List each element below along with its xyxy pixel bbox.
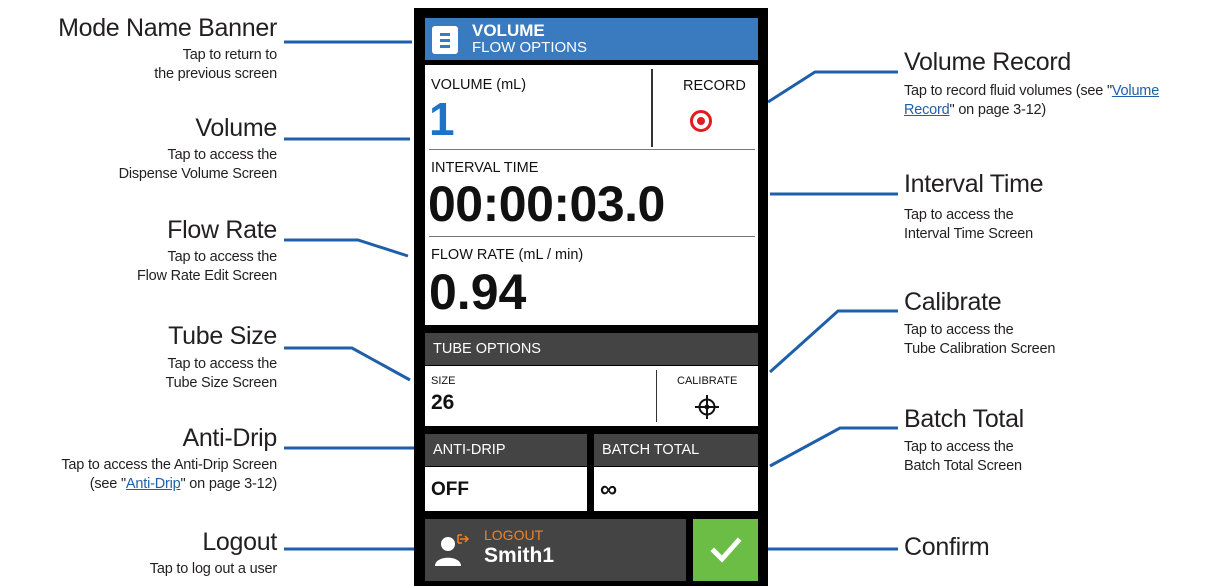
annotation-desc-calibrate-2: Tube Calibration Screen [904,341,1056,357]
user-logout-icon [435,534,470,566]
annotation-desc-mode-banner-1: Tap to return to [182,47,278,63]
ref-suffix: " on page 3-12) [180,476,278,492]
annotation-title-confirm: Confirm [904,533,990,561]
banner-title: VOLUME [472,21,545,40]
tube-options-title: TUBE OPTIONS [433,341,541,357]
annotation-desc-logout-1: Tap to log out a user [149,561,277,577]
confirm-button[interactable] [693,519,758,581]
batch-total-title: BATCH TOTAL [602,442,700,458]
annotation-desc-batch-total-2: Batch Total Screen [904,458,1022,474]
batch-total-tile[interactable] [594,467,758,511]
annotation-desc-volume-record-2: Record" on page 3-12) [904,101,1046,120]
annotation-title-logout: Logout [202,528,277,556]
annotation-desc-volume-record-1: Tap to record fluid volumes (see "Volume [904,82,1159,101]
annotation-desc-tube-size-2: Tube Size Screen [165,375,277,391]
annotation-desc-volume-1: Tap to access the [167,147,278,163]
annotation-desc-mode-banner-2: the previous screen [154,66,277,82]
flow-rate-value: 0.94 [429,264,527,320]
anti-drip-title: ANTI-DRIP [433,442,506,458]
size-label: SIZE [431,375,456,387]
banner-subtitle: FLOW OPTIONS [472,39,588,56]
leader-calibrate [768,309,898,374]
record-label: RECORD [683,78,746,94]
size-value: 26 [431,391,455,414]
ref-prefix: Tap to record fluid volumes (see " [904,83,1112,99]
tube-size-tile[interactable] [425,366,655,426]
volume-record-link-2[interactable]: Record [904,102,950,118]
flow-rate-label: FLOW RATE (mL / min) [431,247,584,263]
volume-value: 1 [429,93,455,145]
menu-document-icon [432,26,458,54]
annotation-title-tube-size: Tube Size [168,322,277,350]
record-icon [690,110,712,132]
leader-batch-total [769,426,898,468]
checkmark-icon [710,537,742,563]
volume-record-link-1[interactable]: Volume [1112,83,1159,99]
annotation-desc-volume-2: Dispense Volume Screen [118,166,278,182]
annotation-desc-anti-drip-ref: (see "Anti-Drip" on page 3-12) [90,475,277,494]
ref-prefix: (see " [89,476,126,492]
anti-drip-link[interactable]: Anti-Drip [126,476,181,492]
annotation-desc-batch-total-1: Tap to access the [904,439,1014,455]
annotation-title-volume-record: Volume Record [904,48,1072,76]
leader-tube-size [284,346,411,382]
annotation-desc-interval-time-2: Interval Time Screen [904,226,1033,242]
annotation-title-flow-rate: Flow Rate [167,216,277,244]
interval-time-value: 00:00:03.0 [428,176,665,232]
crosshair-icon [695,395,719,419]
interval-time-label: INTERVAL TIME [431,160,539,176]
annotation-desc-anti-drip-1: Tap to access the Anti-Drip Screen [61,457,277,473]
annotation-desc-tube-size-1: Tap to access the [167,356,278,372]
annotation-desc-flow-rate-1: Tap to access the [167,249,278,265]
annotation-title-anti-drip: Anti-Drip [182,424,277,452]
logout-user: Smith1 [484,544,555,567]
logout-label: LOGOUT [484,527,544,543]
annotation-desc-interval-time-1: Tap to access the [904,207,1014,223]
anti-drip-value: OFF [431,479,469,500]
leader-volume-record [767,70,898,104]
annotation-title-calibrate: Calibrate [904,288,1002,316]
calibrate-label: CALIBRATE [677,375,738,387]
volume-label: VOLUME (mL) [431,77,527,93]
anti-drip-header: ANTI-DRIP [425,434,587,466]
batch-total-value: ∞ [600,476,618,503]
annotation-title-mode-banner: Mode Name Banner [58,14,277,42]
annotation-title-batch-total: Batch Total [904,405,1024,433]
ref-suffix: " on page 3-12) [949,102,1047,118]
annotation-title-volume: Volume [195,114,277,142]
leader-flow-rate [284,238,409,258]
annotation-desc-flow-rate-2: Flow Rate Edit Screen [136,268,277,284]
batch-total-header: BATCH TOTAL [594,434,758,466]
annotation-title-interval-time: Interval Time [904,170,1044,198]
annotation-desc-calibrate-1: Tap to access the [904,322,1014,338]
tube-options-header: TUBE OPTIONS [425,333,758,365]
